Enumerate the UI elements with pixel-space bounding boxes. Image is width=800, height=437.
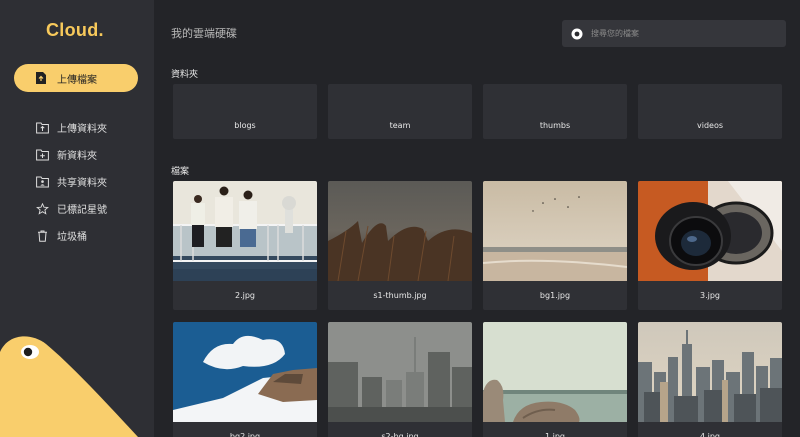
folder-shared-icon	[36, 176, 49, 187]
mascot-chick-illustration	[0, 336, 138, 437]
file-name: bg1.jpg	[539, 291, 571, 300]
folder-name: blogs	[234, 121, 256, 130]
file-thumbnail	[638, 322, 782, 422]
sidebar-item-new-folder[interactable]: 新資料夾	[36, 141, 107, 168]
file-thumbnail	[483, 322, 627, 422]
file-card[interactable]: s2-bg.jpg	[328, 322, 472, 437]
folder-upload-icon	[36, 122, 49, 133]
file-thumbnail	[328, 181, 472, 281]
file-name: 1.jpg	[544, 432, 565, 437]
file-card[interactable]: s1-thumb.jpg	[328, 181, 472, 310]
sidebar-item-shared-folder[interactable]: 共享資料夾	[36, 168, 107, 195]
sidebar-item-label: 共享資料夾	[57, 178, 107, 189]
file-name: s1-thumb.jpg	[373, 291, 427, 300]
sidebar-item-trash[interactable]: 垃圾桶	[36, 222, 107, 249]
folder-card[interactable]: videos	[638, 84, 782, 139]
file-thumbnail	[483, 181, 627, 281]
file-thumbnail	[173, 322, 317, 422]
file-card[interactable]: bg1.jpg	[483, 181, 627, 310]
folders-section-label: 資料夾	[171, 70, 199, 80]
star-icon	[36, 202, 49, 215]
search-bar[interactable]	[562, 20, 786, 47]
file-card[interactable]: 3.jpg	[638, 181, 782, 310]
file-card[interactable]: 1.jpg	[483, 322, 627, 437]
sidebar-item-label: 已標記星號	[57, 205, 107, 216]
folder-add-icon	[36, 149, 49, 160]
upload-file-button[interactable]: 上傳檔案	[14, 64, 138, 92]
file-card[interactable]: bg2.jpg	[173, 322, 317, 437]
file-thumbnail	[328, 322, 472, 422]
search-input[interactable]	[591, 29, 771, 38]
search-icon	[571, 28, 583, 39]
file-name: bg2.jpg	[229, 432, 261, 437]
main-content: 我的雲端硬碟 資料夾 blogs team thumbs videos 檔案	[154, 0, 800, 437]
folder-name: videos	[696, 121, 724, 130]
upload-file-label: 上傳檔案	[57, 74, 97, 86]
sidebar-item-label: 新資料夾	[57, 151, 97, 162]
folder-name: thumbs	[539, 121, 571, 130]
sidebar-item-upload-folder[interactable]: 上傳資料夾	[36, 114, 107, 141]
file-name: 4.jpg	[699, 432, 720, 437]
file-grid: 2.jpg s1-thumb.jpg bg1.jpg 3.jpg bg2.jpg…	[173, 181, 793, 437]
folder-name: team	[389, 121, 411, 130]
folder-grid: blogs team thumbs videos	[173, 84, 782, 139]
files-section-label: 檔案	[171, 167, 190, 177]
file-thumbnail	[173, 181, 317, 281]
sidebar: Cloud. 上傳檔案 上傳資料夾 新資料夾 共享資料夾 已標記星號 垃圾桶	[0, 0, 154, 437]
trash-icon	[38, 230, 47, 242]
app-logo[interactable]: Cloud.	[46, 20, 104, 41]
sidebar-nav: 上傳資料夾 新資料夾 共享資料夾 已標記星號 垃圾桶	[36, 114, 107, 249]
file-name: s2-bg.jpg	[381, 432, 419, 437]
file-name: 3.jpg	[699, 291, 720, 300]
folder-card[interactable]: team	[328, 84, 472, 139]
folder-card[interactable]: thumbs	[483, 84, 627, 139]
sidebar-item-label: 垃圾桶	[57, 232, 87, 243]
file-thumbnail	[638, 181, 782, 281]
sidebar-item-label: 上傳資料夾	[57, 124, 107, 135]
sidebar-item-starred[interactable]: 已標記星號	[36, 195, 107, 222]
file-card[interactable]: 4.jpg	[638, 322, 782, 437]
file-name: 2.jpg	[234, 291, 255, 300]
file-upload-icon	[36, 72, 46, 84]
page-title: 我的雲端硬碟	[171, 27, 237, 40]
folder-card[interactable]: blogs	[173, 84, 317, 139]
file-card[interactable]: 2.jpg	[173, 181, 317, 310]
